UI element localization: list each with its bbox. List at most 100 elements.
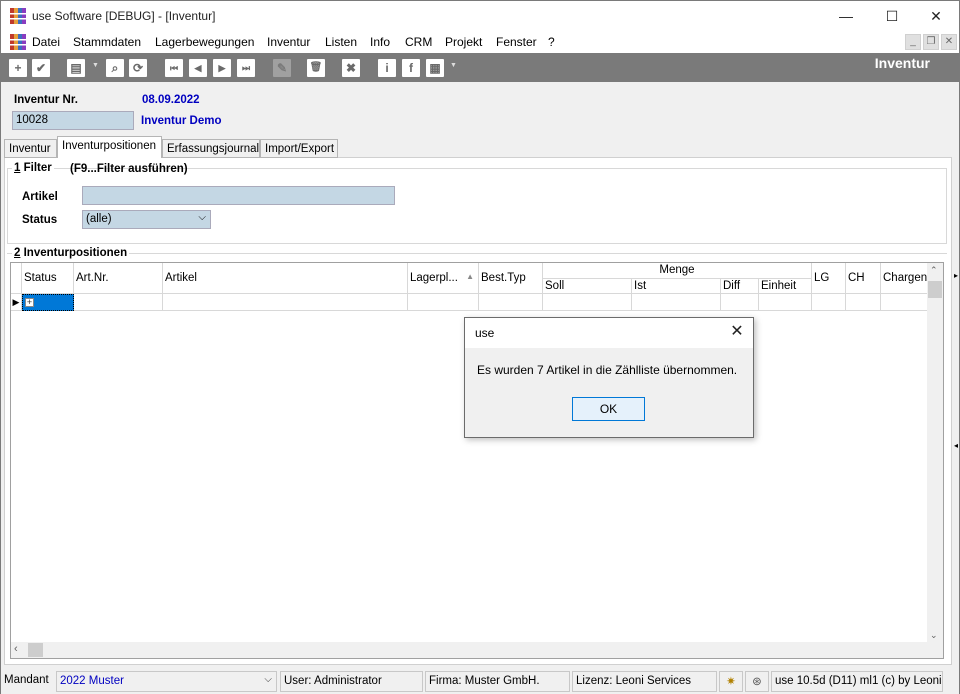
inventur-name: Inventur Demo xyxy=(141,115,222,127)
last-record-icon[interactable]: ⏭ xyxy=(237,59,255,77)
menu-inventur[interactable]: Inventur xyxy=(267,34,310,50)
positions-group-label: Inventurpositionen xyxy=(20,247,128,259)
check-icon[interactable]: ✔ xyxy=(32,59,50,77)
new-row-soll-cell[interactable] xyxy=(543,294,632,311)
column-header-ch[interactable]: CH xyxy=(846,263,881,294)
maximize-button[interactable]: ☐ xyxy=(869,1,915,32)
network-icon[interactable]: ⊛ xyxy=(745,671,769,692)
refresh-icon[interactable]: ⟳ xyxy=(129,59,147,77)
new-row-chargen-cell[interactable] xyxy=(881,294,928,311)
horizontal-scroll-thumb[interactable] xyxy=(28,643,43,657)
new-row-ist-cell[interactable] xyxy=(632,294,721,311)
first-record-icon[interactable]: ⏮ xyxy=(165,59,183,77)
sort-ascending-icon: ▲ xyxy=(466,272,474,281)
tab-erfassungsjournal[interactable]: Erfassungsjournal xyxy=(162,139,260,158)
new-row-artnr-cell[interactable] xyxy=(74,294,163,311)
column-header-besttyp[interactable]: Best.Typ xyxy=(479,263,543,294)
artikel-filter-input[interactable] xyxy=(82,186,395,205)
mdi-restore-icon[interactable]: ❐ xyxy=(923,34,939,50)
chevron-down-icon: ⌵ xyxy=(198,212,206,223)
positions-group-title: 2 Inventurpositionen xyxy=(12,247,130,259)
message-dialog: use ✕ Es wurden 7 Artikel in die Zähllis… xyxy=(464,317,754,438)
column-header-artikel[interactable]: Artikel xyxy=(163,263,408,294)
next-record-icon[interactable]: ▶ xyxy=(213,59,231,77)
grid-menu-dropdown-icon[interactable]: ▼ xyxy=(450,62,457,69)
new-row-artikel-cell[interactable] xyxy=(163,294,408,311)
app-logo-icon xyxy=(10,8,26,24)
menu-bar: Datei Stammdaten Lagerbewegungen Inventu… xyxy=(1,32,959,53)
tab-inventur[interactable]: Inventur xyxy=(4,139,57,158)
tab-inventurpositionen[interactable]: Inventurpositionen xyxy=(57,136,162,158)
previous-record-icon[interactable]: ◀ xyxy=(189,59,207,77)
column-header-status[interactable]: Status xyxy=(22,263,74,294)
inventur-date: 08.09.2022 xyxy=(142,94,200,106)
column-header-lagerplatz[interactable]: Lagerpl... ▲ xyxy=(408,263,479,294)
dialog-close-icon[interactable]: ✕ xyxy=(727,322,747,342)
dialog-ok-button[interactable]: OK xyxy=(572,397,645,421)
new-row-ch-cell[interactable] xyxy=(846,294,881,311)
new-row-lg-cell[interactable] xyxy=(812,294,846,311)
column-header-artnr[interactable]: Art.Nr. xyxy=(74,263,163,294)
new-row-einheit-cell[interactable] xyxy=(759,294,812,311)
form-title: Inventur xyxy=(874,55,930,71)
menu-fenster[interactable]: Fenster xyxy=(496,34,537,50)
column-header-chargen[interactable]: Chargen N xyxy=(881,263,928,294)
menu-help[interactable]: ? xyxy=(548,34,555,50)
mdi-close-icon[interactable]: ✕ xyxy=(941,34,957,50)
cancel-icon[interactable]: ✖ xyxy=(342,59,360,77)
menu-projekt[interactable]: Projekt xyxy=(445,34,482,50)
new-row-diff-cell[interactable] xyxy=(721,294,759,311)
inventur-nr-field[interactable]: 10028 xyxy=(12,111,134,130)
scroll-left-icon[interactable]: ‹ xyxy=(14,643,18,655)
scroll-up-icon[interactable]: ⌃ xyxy=(930,265,938,276)
column-header-diff[interactable]: Diff xyxy=(721,279,759,294)
edit-icon[interactable]: ✎ xyxy=(273,59,291,77)
row-indicator-header xyxy=(11,263,22,294)
status-filter-select[interactable]: (alle) ⌵ xyxy=(82,210,211,229)
splitter-handle-icon[interactable]: ◂ xyxy=(954,441,959,450)
menu-stammdaten[interactable]: Stammdaten xyxy=(73,34,141,50)
mandant-select[interactable]: 2022 Muster ⌵ xyxy=(56,671,277,692)
column-header-soll[interactable]: Soll xyxy=(543,279,632,294)
new-row-besttyp-cell[interactable] xyxy=(479,294,543,311)
vertical-scroll-thumb[interactable] xyxy=(928,281,942,298)
close-button[interactable]: ✕ xyxy=(913,1,959,32)
mdi-minimize-icon[interactable]: _ xyxy=(905,34,921,50)
add-icon[interactable]: + xyxy=(9,59,27,77)
new-row-lagerplatz-cell[interactable] xyxy=(408,294,479,311)
dialog-message: Es wurden 7 Artikel in die Zählliste übe… xyxy=(477,363,738,377)
print-dropdown-icon[interactable]: ▼ xyxy=(92,62,99,69)
search-icon[interactable]: ⌕ xyxy=(106,59,124,77)
artikel-label: Artikel xyxy=(22,191,58,203)
column-header-lg[interactable]: LG xyxy=(812,263,846,294)
window-title: use Software [DEBUG] - [Inventur] xyxy=(32,9,216,23)
tab-import-export[interactable]: Import/Export xyxy=(260,139,338,158)
info-icon[interactable]: i xyxy=(378,59,396,77)
menu-crm[interactable]: CRM xyxy=(405,34,432,50)
splitter-handle-icon[interactable]: ▸ xyxy=(954,271,959,280)
vertical-scrollbar[interactable]: ⌃ ⌄ xyxy=(927,263,943,643)
app-menu-icon[interactable] xyxy=(10,34,26,50)
dialog-title: use xyxy=(475,326,495,340)
print-icon[interactable]: ▤ xyxy=(67,59,85,77)
filter-group-label: Filter xyxy=(20,162,52,174)
filter-group xyxy=(7,168,947,244)
scroll-down-icon[interactable]: ⌄ xyxy=(930,630,938,641)
menu-datei[interactable]: Datei xyxy=(32,34,60,50)
minimize-button[interactable]: — xyxy=(823,1,869,32)
column-header-einheit[interactable]: Einheit xyxy=(759,279,812,294)
menu-listen[interactable]: Listen xyxy=(325,34,357,50)
column-header-ist[interactable]: Ist xyxy=(632,279,721,294)
menu-lagerbewegungen[interactable]: Lagerbewegungen xyxy=(155,34,254,50)
notification-icon[interactable]: ✷ xyxy=(719,671,743,692)
delete-icon[interactable]: 🗑 xyxy=(307,59,325,77)
facebook-icon[interactable]: f xyxy=(402,59,420,77)
menu-info[interactable]: Info xyxy=(370,34,390,50)
horizontal-scrollbar[interactable]: ‹ › xyxy=(11,642,943,658)
grid-menu-icon[interactable]: ▦ xyxy=(426,59,444,77)
column-header-menge[interactable]: Menge xyxy=(543,263,812,279)
title-bar: use Software [DEBUG] - [Inventur] — ☐ ✕ xyxy=(1,1,959,32)
new-row-status-cell[interactable]: + xyxy=(22,294,74,311)
toolbar: + ✔ ▤ ▼ ⌕ ⟳ ⏮ ◀ ▶ ⏭ ✎ 🗑 ✖ i f ▦ ▼ xyxy=(1,53,959,82)
expand-plus-icon[interactable]: + xyxy=(25,298,34,307)
